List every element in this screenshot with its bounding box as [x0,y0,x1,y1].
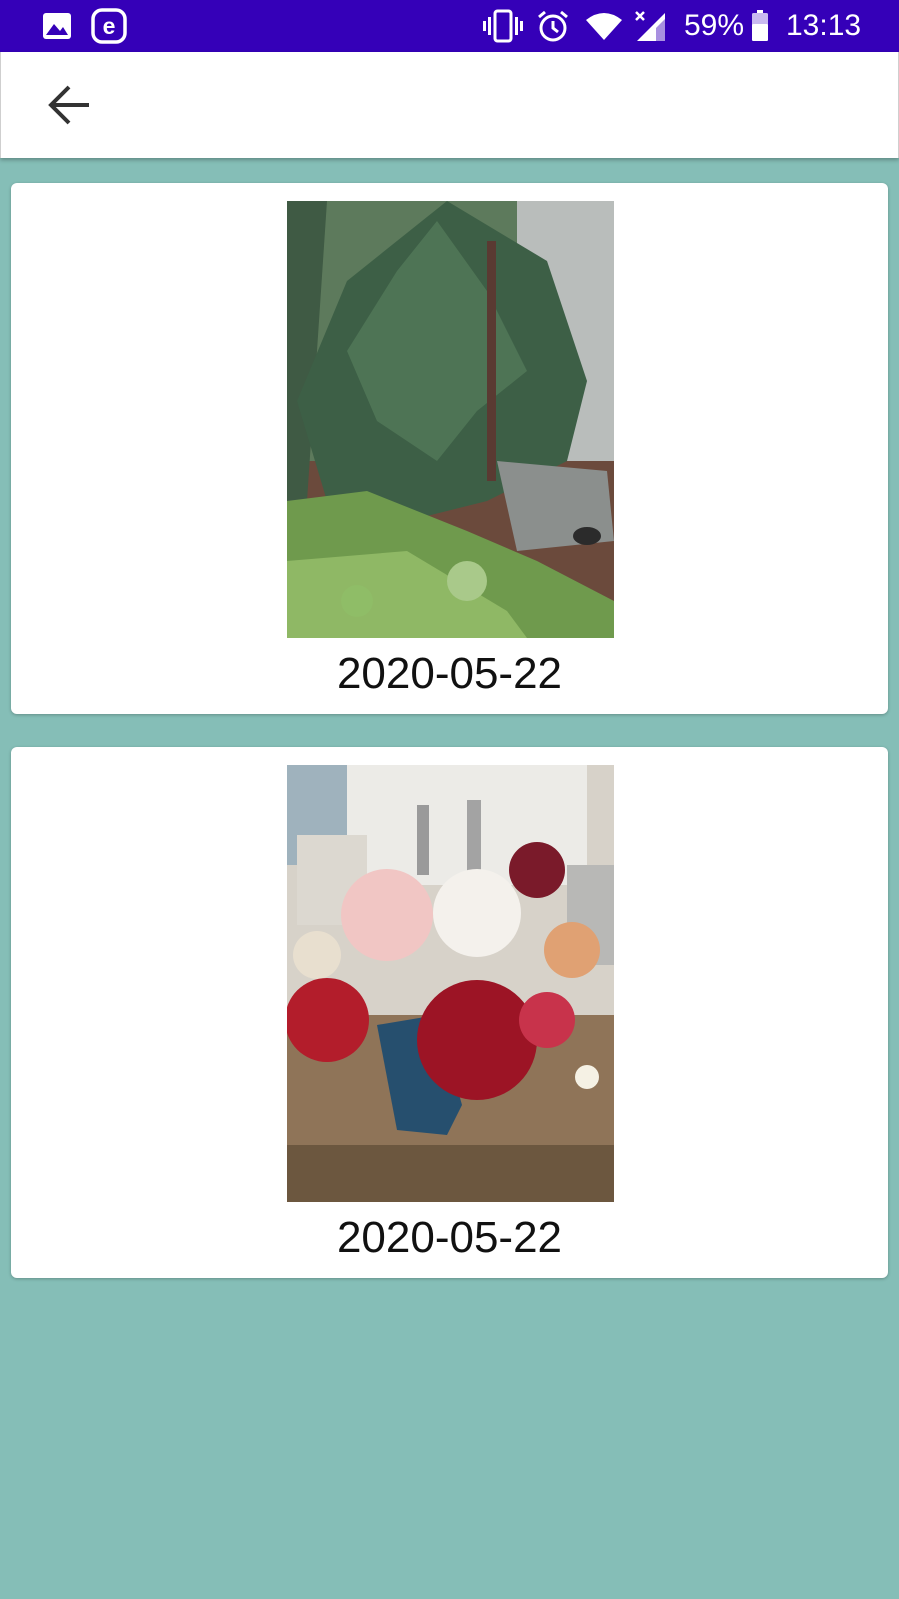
photo-thumbnail[interactable] [287,201,614,638]
photo-card[interactable]: 2020-05-22 [11,747,888,1278]
photo-thumbnail[interactable] [287,765,614,1202]
e-app-icon: e [90,0,128,52]
svg-text:e: e [103,13,116,39]
back-button[interactable] [37,77,101,133]
photo-date: 2020-05-22 [336,649,563,698]
photo-card[interactable]: 2020-05-22 [11,183,888,714]
battery-icon [750,0,770,52]
status-bar: e 59% 13:13 [0,0,899,52]
photo-date: 2020-05-22 [336,1213,563,1262]
vibrate-icon [483,0,523,52]
app-bar [0,52,899,158]
gallery-icon [40,0,74,52]
battery-percent: 59% [684,9,745,42]
clock: 13:13 [786,9,862,42]
alarm-icon [535,0,571,52]
wifi-icon [584,0,624,52]
signal-icon [633,0,669,52]
arrow-back-icon [48,85,89,125]
